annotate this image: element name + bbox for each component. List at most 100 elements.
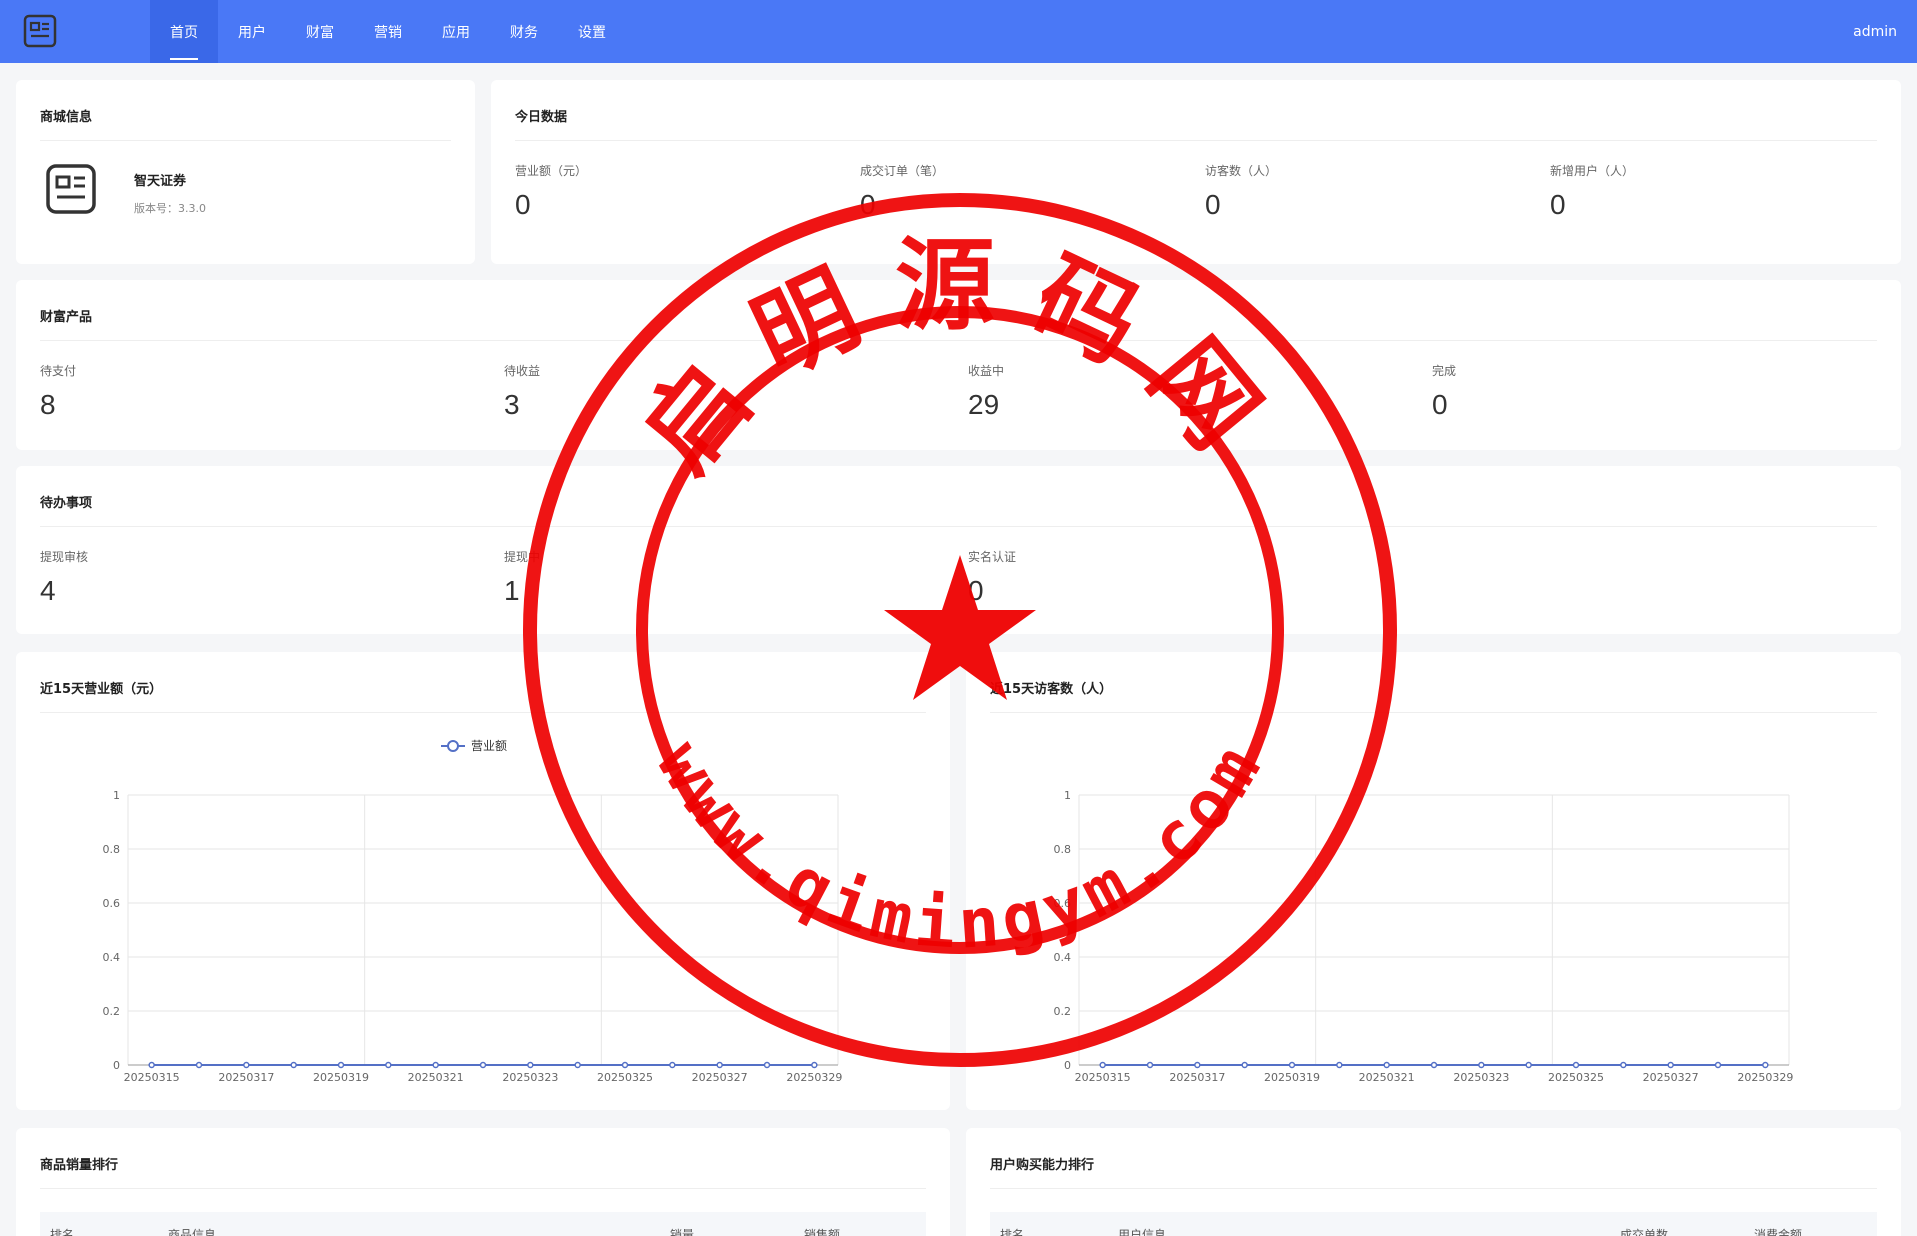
stat-withdraw-review[interactable]: 提现审核 4 bbox=[40, 548, 88, 607]
card-title: 商城信息 bbox=[40, 110, 93, 125]
stat-earning[interactable]: 收益中 29 bbox=[968, 362, 1004, 421]
stat-value: 4 bbox=[40, 575, 56, 606]
column-header-spent[interactable]: 消费金额 bbox=[1754, 1226, 1802, 1236]
data-point bbox=[1620, 1061, 1627, 1069]
user-menu[interactable]: admin bbox=[1853, 0, 1897, 63]
y-tick-label: 0 bbox=[1064, 1059, 1071, 1072]
version-value: 3.3.0 bbox=[178, 202, 206, 215]
x-tick-label: 20250315 bbox=[124, 1071, 180, 1084]
chart-legend: 营业额 bbox=[441, 739, 507, 753]
nav-item-users[interactable]: 用户 bbox=[218, 0, 286, 63]
y-tick-label: 1 bbox=[113, 789, 120, 802]
y-tick-label: 1 bbox=[1064, 789, 1071, 802]
todo-card: 待办事项 提现审核 4 提现中 1 实名认证 0 bbox=[16, 466, 1901, 634]
card-title: 用户购买能力排行 bbox=[990, 1158, 1095, 1173]
stat-label: 提现审核 bbox=[40, 550, 89, 564]
shop-name: 智天证券 bbox=[134, 174, 187, 189]
nav-item-home[interactable]: 首页 bbox=[150, 0, 218, 63]
data-point bbox=[479, 1061, 487, 1069]
column-header-amount[interactable]: 销售额 bbox=[804, 1226, 840, 1236]
nav-item-marketing[interactable]: 营销 bbox=[354, 0, 422, 63]
card-title: 待办事项 bbox=[40, 496, 93, 511]
legend-marker bbox=[447, 740, 459, 752]
stat-withdrawing[interactable]: 提现中 1 bbox=[504, 548, 540, 607]
divider bbox=[40, 140, 451, 141]
y-tick-label: 0.6 bbox=[103, 897, 121, 910]
nav-item-settings[interactable]: 设置 bbox=[558, 0, 626, 63]
x-tick-label: 20250315 bbox=[1075, 1071, 1131, 1084]
nav-item-finance[interactable]: 财务 bbox=[490, 0, 558, 63]
x-tick-label: 20250317 bbox=[218, 1071, 274, 1084]
x-tick-label: 20250321 bbox=[408, 1071, 464, 1084]
data-point bbox=[243, 1061, 250, 1069]
x-tick-label: 20250321 bbox=[1359, 1071, 1415, 1084]
x-tick-label: 20250329 bbox=[786, 1071, 842, 1084]
data-point bbox=[1099, 1061, 1106, 1069]
data-point bbox=[527, 1061, 534, 1069]
column-header-product[interactable]: 商品信息 bbox=[168, 1226, 216, 1236]
y-tick-label: 0.2 bbox=[1054, 1005, 1072, 1018]
divider bbox=[990, 1188, 1877, 1189]
data-point bbox=[1194, 1061, 1201, 1069]
data-point bbox=[195, 1061, 203, 1069]
x-tick-label: 20250329 bbox=[1737, 1071, 1793, 1084]
column-header-user[interactable]: 用户信息 bbox=[1118, 1226, 1166, 1236]
stat-value: 0 bbox=[515, 189, 531, 220]
visitor-line-chart: 0 0.2 0.4 0.6 0.8 1 20250315 20250317 20250319 20… bbox=[1054, 789, 1794, 1084]
sales-table-header: 排名 商品信息 销量 销售额 bbox=[40, 1212, 926, 1236]
main-nav: 首页 用户 财富 营销 应用 财务 设置 bbox=[150, 0, 626, 63]
buyer-table-header: 排名 用户信息 成交单数 消费金额 bbox=[990, 1212, 1877, 1236]
stat-label: 新增用户（人） bbox=[1550, 164, 1635, 178]
data-point bbox=[1714, 1061, 1722, 1069]
x-tick-label: 20250327 bbox=[1643, 1071, 1699, 1084]
shop-logo-icon bbox=[46, 164, 96, 214]
column-header-orders[interactable]: 成交单数 bbox=[1620, 1226, 1668, 1236]
data-point bbox=[1525, 1061, 1532, 1069]
data-point bbox=[1572, 1061, 1580, 1069]
column-header-rank[interactable]: 排名 bbox=[1000, 1226, 1024, 1236]
nav-item-apps[interactable]: 应用 bbox=[422, 0, 490, 63]
revenue-chart-card: 近15天营业额（元） 0 0.2 0.4 0.6 0.8 1 20250315 2025031… bbox=[16, 652, 950, 1110]
y-tick-label: 0.8 bbox=[1054, 843, 1072, 856]
buyer-rank-card: 用户购买能力排行 排名 用户信息 成交单数 消费金额 bbox=[966, 1128, 1901, 1236]
stat-value: 8 bbox=[40, 389, 56, 420]
stat-pending-payment[interactable]: 待支付 8 bbox=[40, 362, 76, 421]
card-title: 今日数据 bbox=[515, 110, 568, 125]
column-header-rank[interactable]: 排名 bbox=[50, 1226, 74, 1236]
today-data-card: 今日数据 营业额（元） 0 成交订单（笔） 0 访客数（人） 0 新增用户（人） 0 bbox=[491, 80, 1901, 264]
data-point bbox=[669, 1061, 676, 1069]
stat-label: 待支付 bbox=[40, 364, 77, 378]
stat-label: 访客数（人） bbox=[1205, 164, 1278, 178]
data-point bbox=[1383, 1061, 1390, 1069]
stat-visitors: 访客数（人） 0 bbox=[1205, 162, 1277, 221]
shop-info-card: 商城信息 智天证券 版本号：3.3.0 bbox=[16, 80, 475, 264]
data-point bbox=[1146, 1061, 1154, 1069]
nav-item-wealth[interactable]: 财富 bbox=[286, 0, 354, 63]
stat-value: 0 bbox=[1432, 389, 1448, 420]
x-tick-label: 20250325 bbox=[597, 1071, 653, 1084]
x-tick-label: 20250325 bbox=[1548, 1071, 1604, 1084]
data-point bbox=[337, 1061, 345, 1069]
stat-completed[interactable]: 完成 0 bbox=[1432, 362, 1456, 421]
logo-icon[interactable] bbox=[22, 13, 58, 49]
stat-pending-income[interactable]: 待收益 3 bbox=[504, 362, 540, 421]
stat-label: 提现中 bbox=[504, 550, 541, 564]
column-header-quantity[interactable]: 销量 bbox=[670, 1226, 694, 1236]
stat-real-name-auth[interactable]: 实名认证 0 bbox=[968, 548, 1016, 607]
stat-revenue: 营业额（元） 0 bbox=[515, 162, 587, 221]
stat-value: 3 bbox=[504, 389, 520, 420]
x-tick-label: 20250323 bbox=[502, 1071, 558, 1084]
x-tick-label: 20250327 bbox=[692, 1071, 748, 1084]
data-point bbox=[432, 1061, 439, 1069]
top-navbar: 首页 用户 财富 营销 应用 财务 设置 admin bbox=[0, 0, 1917, 63]
stat-value: 0 bbox=[1550, 189, 1566, 220]
stat-value: 1 bbox=[504, 575, 520, 606]
y-tick-label: 0.6 bbox=[1054, 897, 1072, 910]
stat-label: 收益中 bbox=[968, 364, 1005, 378]
stat-orders: 成交订单（笔） 0 bbox=[860, 162, 944, 221]
data-point bbox=[1430, 1061, 1438, 1069]
x-tick-label: 20250319 bbox=[1264, 1071, 1320, 1084]
x-tick-label: 20250317 bbox=[1169, 1071, 1225, 1084]
username[interactable]: admin bbox=[1853, 24, 1897, 40]
data-point bbox=[574, 1061, 581, 1069]
